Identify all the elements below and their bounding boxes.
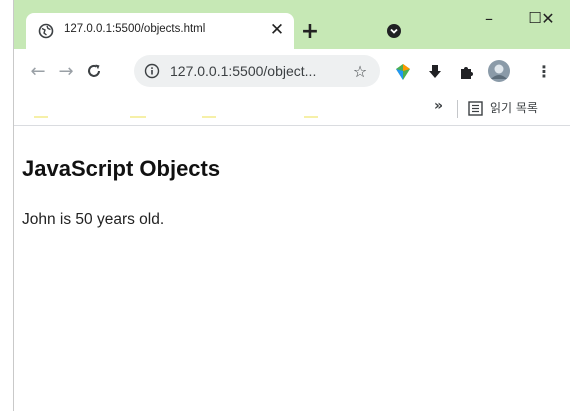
reading-list-label[interactable]: 읽기 목록 bbox=[490, 99, 538, 116]
reload-button[interactable] bbox=[82, 59, 106, 83]
tab-strip: 127.0.0.1:5500/objects.html ✕ + – ☐ bbox=[14, 0, 570, 49]
back-button[interactable]: ← bbox=[26, 59, 50, 83]
tab-search-icon[interactable] bbox=[386, 23, 402, 39]
reload-icon bbox=[88, 64, 100, 77]
tab-title: 127.0.0.1:5500/objects.html bbox=[64, 23, 206, 35]
bookmarks-overflow-button[interactable]: » bbox=[434, 98, 443, 114]
reading-list-icon[interactable] bbox=[468, 101, 483, 116]
address-bar[interactable]: 127.0.0.1:5500/object... ☆ bbox=[134, 55, 380, 87]
url-text[interactable]: 127.0.0.1:5500/object... bbox=[170, 63, 316, 79]
bookmark-placeholder[interactable] bbox=[34, 116, 48, 118]
browser-window: 127.0.0.1:5500/objects.html ✕ + – ☐ ✕ ← … bbox=[13, 0, 570, 411]
tab-objects[interactable]: 127.0.0.1:5500/objects.html ✕ bbox=[26, 13, 294, 49]
bookmark-placeholder[interactable] bbox=[304, 116, 318, 118]
bookmarks-divider bbox=[457, 100, 458, 118]
browser-menu-button[interactable]: ⋮ bbox=[536, 61, 552, 81]
globe-icon bbox=[38, 23, 54, 39]
page-heading: JavaScript Objects bbox=[22, 156, 221, 181]
tab-close-button[interactable]: ✕ bbox=[266, 19, 288, 41]
new-tab-button[interactable]: + bbox=[299, 19, 321, 44]
page-content: JavaScript Objects John is 50 years old. bbox=[14, 127, 570, 411]
extension-colorful-icon[interactable] bbox=[394, 63, 412, 81]
extensions-puzzle-icon[interactable] bbox=[458, 63, 476, 81]
bookmark-placeholder[interactable] bbox=[130, 116, 146, 118]
profile-avatar[interactable] bbox=[488, 60, 510, 82]
minimize-button[interactable]: – bbox=[466, 0, 512, 36]
demo-output-text: John is 50 years old. bbox=[22, 211, 165, 228]
toolbar: ← → 127.0.0.1:5500/object... ☆ ⋮ bbox=[14, 49, 570, 93]
forward-button[interactable]: → bbox=[54, 59, 78, 83]
bookmark-placeholder[interactable] bbox=[202, 116, 216, 118]
bookmark-star-icon[interactable]: ☆ bbox=[350, 61, 370, 81]
close-window-button[interactable]: ✕ bbox=[525, 0, 570, 36]
site-info-icon[interactable] bbox=[144, 63, 160, 79]
bookmarks-bar: » 읽기 목록 bbox=[14, 93, 570, 126]
download-icon[interactable] bbox=[426, 63, 444, 81]
